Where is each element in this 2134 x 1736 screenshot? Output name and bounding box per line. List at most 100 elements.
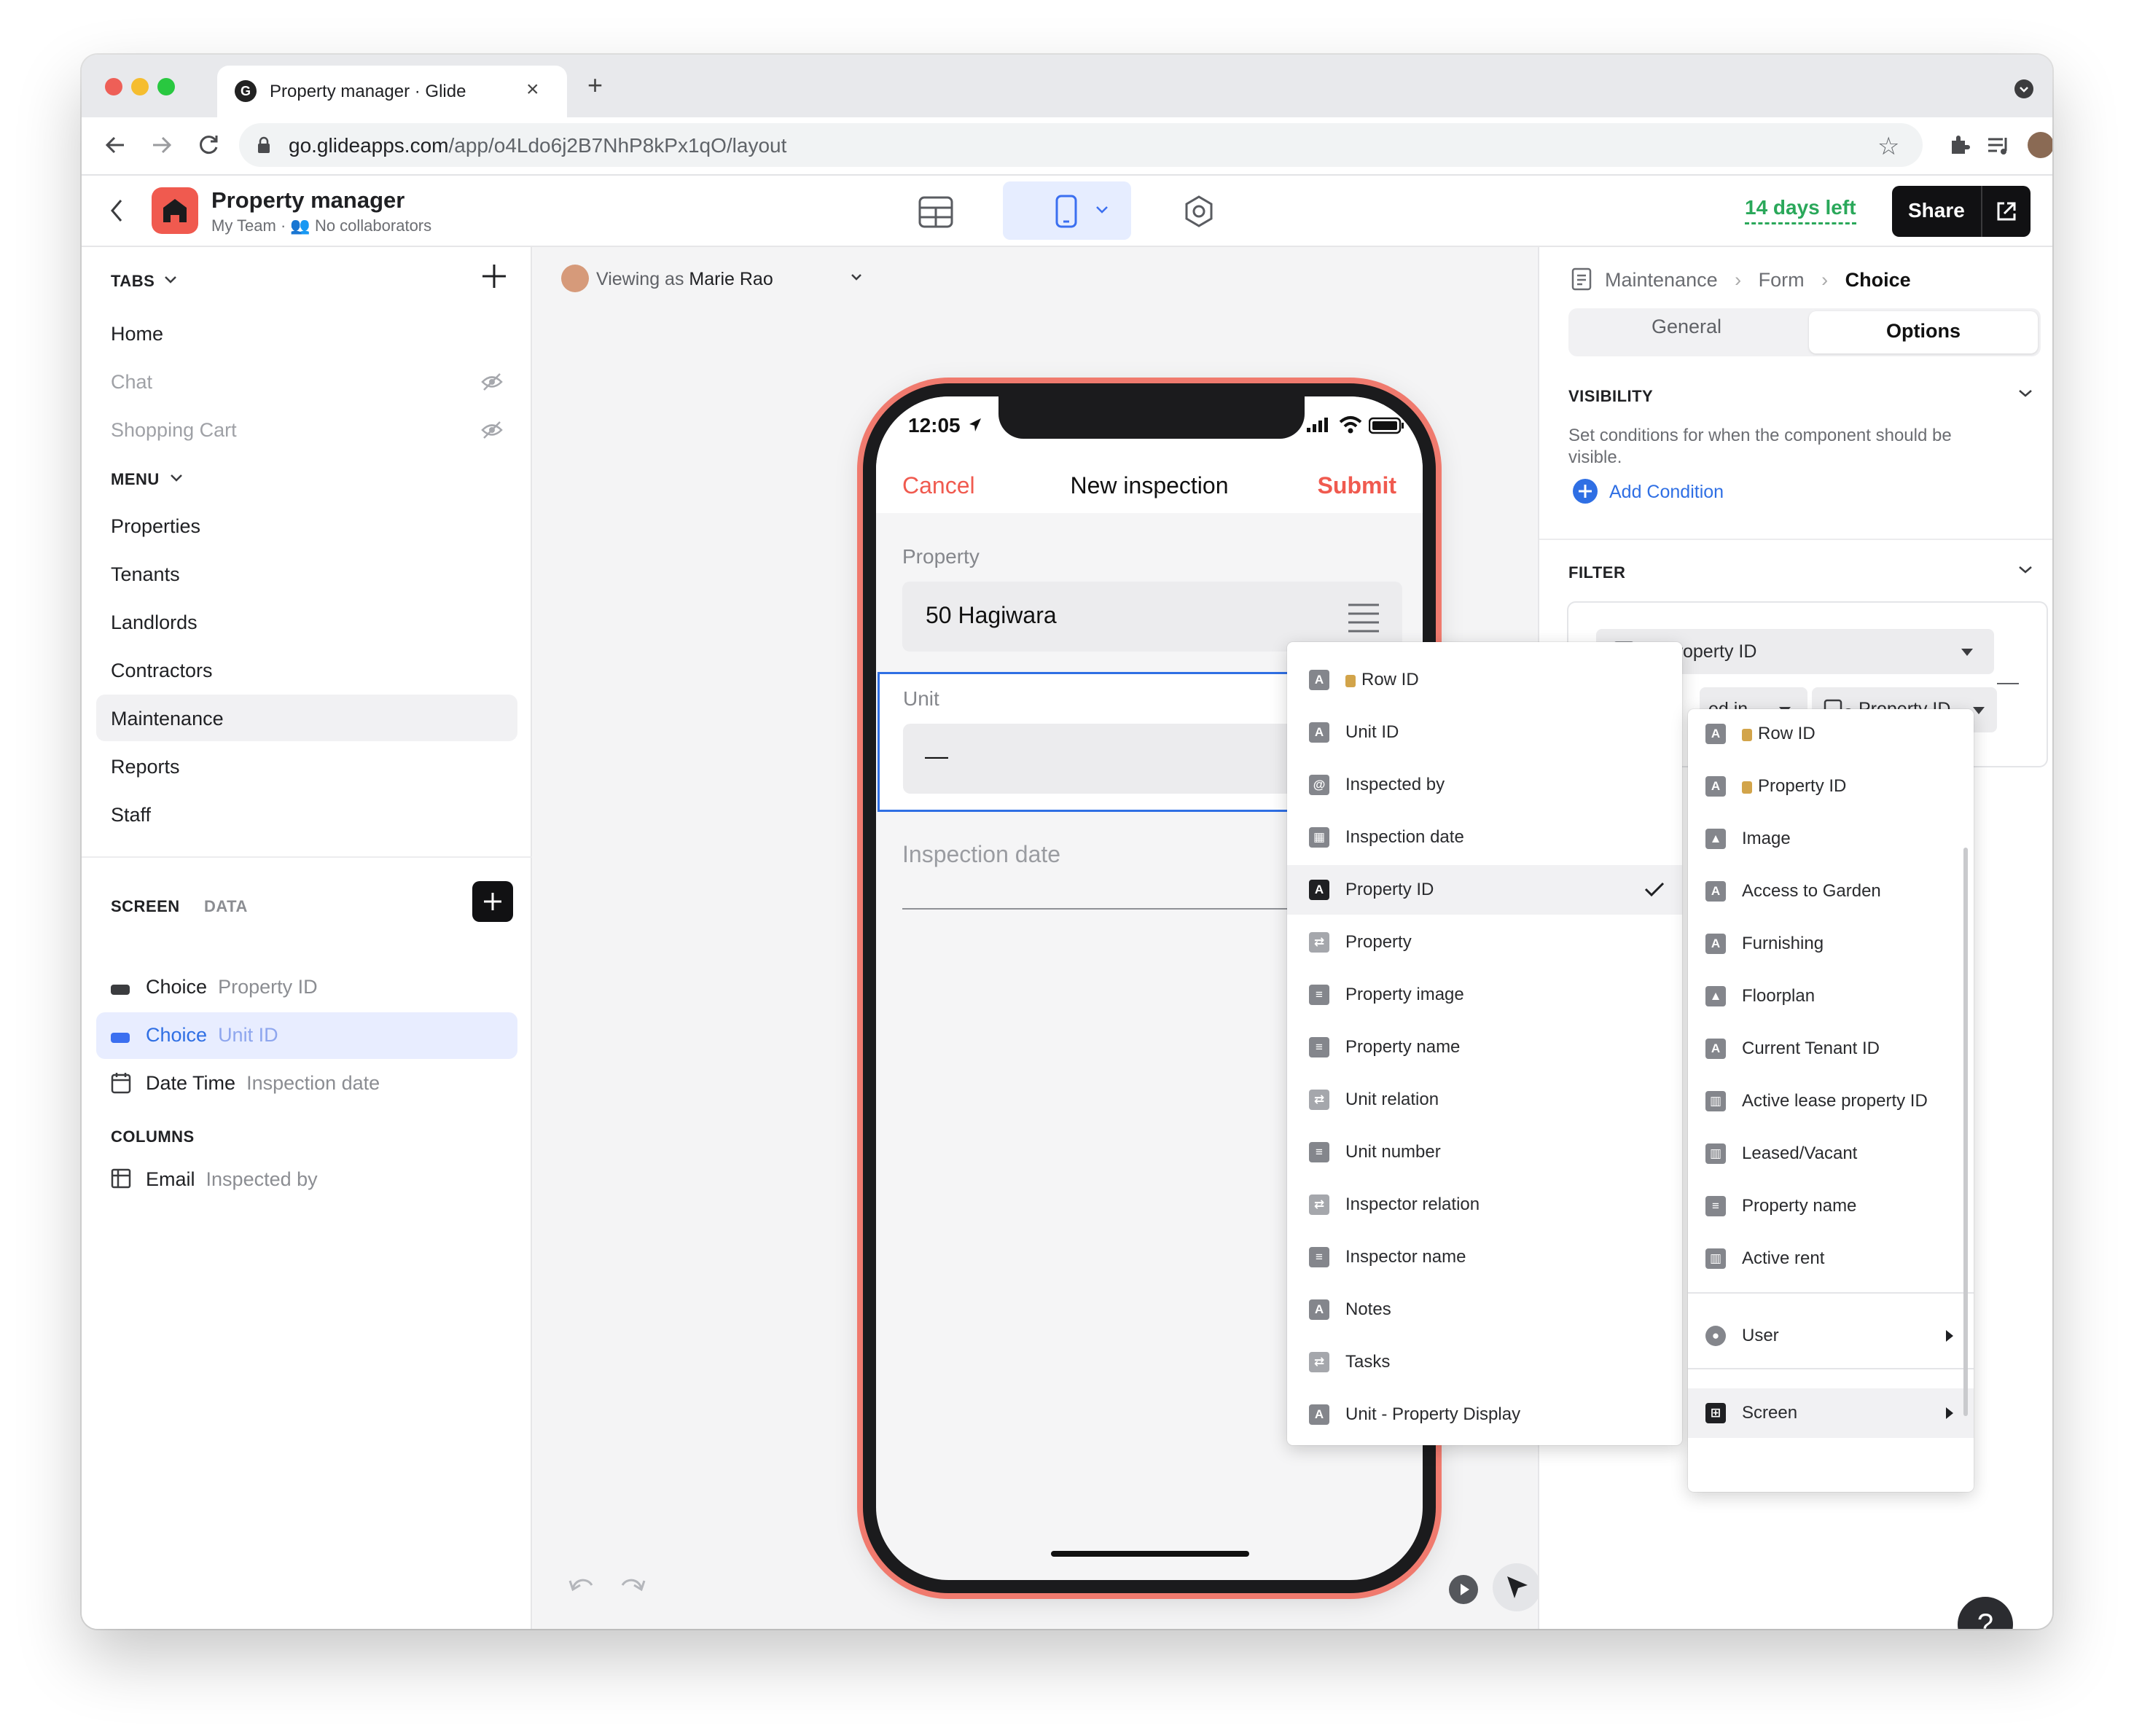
screen-tab[interactable]: SCREEN: [111, 897, 180, 916]
chevron-down-icon[interactable]: [850, 273, 863, 282]
tab-options[interactable]: Options: [1807, 320, 2039, 343]
share-button[interactable]: Share: [1892, 186, 2031, 237]
property-label: Property: [902, 545, 980, 568]
menu-option-floorplan[interactable]: ▲ Floorplan: [1688, 971, 1974, 1021]
forward-icon[interactable]: [149, 132, 175, 158]
column-email-inspected[interactable]: Email Inspected by: [146, 1168, 318, 1191]
back-chevron-icon[interactable]: [108, 198, 125, 224]
extensions-icon[interactable]: [1947, 133, 1971, 157]
maximize-window-button[interactable]: [157, 78, 175, 95]
add-tab-icon[interactable]: [481, 263, 507, 289]
menu-option-notes[interactable]: A Notes: [1287, 1285, 1682, 1334]
menu-option-unit-property-display[interactable]: A Unit - Property Display: [1287, 1390, 1682, 1439]
select-tool-button[interactable]: [1493, 1563, 1541, 1611]
menu-option-tasks[interactable]: ⇄ Tasks: [1287, 1337, 1682, 1387]
menu-option-row-id[interactable]: A Row ID: [1287, 655, 1682, 705]
remove-filter-icon[interactable]: [1997, 683, 2019, 684]
browser-tab[interactable]: G Property manager · Glide ×: [217, 66, 567, 117]
menu-item-properties[interactable]: Properties: [111, 515, 200, 538]
menu-section-title[interactable]: MENU: [111, 470, 160, 489]
tabs-chevron-down-icon[interactable]: [163, 275, 178, 285]
menu-option-leased-vacant[interactable]: ▥ Leased/Vacant: [1688, 1129, 1974, 1178]
tab-search-icon[interactable]: [2014, 79, 2033, 98]
menu-item-maintenance[interactable]: Maintenance: [111, 708, 224, 730]
menu-option-unit-number[interactable]: ≡ Unit number: [1287, 1127, 1682, 1177]
data-tab[interactable]: DATA: [204, 897, 248, 916]
chevron-down-icon[interactable]: [2017, 388, 2033, 399]
app-logo-icon[interactable]: [152, 187, 198, 234]
chevron-down-icon[interactable]: [2017, 565, 2033, 575]
address-bar[interactable]: go.glideapps.com/app/o4Ldo6j2B7NhP8kPx1q…: [239, 123, 1923, 167]
menu-option-user[interactable]: ● User: [1688, 1311, 1974, 1361]
layout-editor-button[interactable]: [1003, 181, 1131, 240]
menu-item-staff[interactable]: Staff: [111, 804, 151, 826]
menu-option-property-id[interactable]: A Property ID: [1688, 762, 1974, 811]
menu-item-contractors[interactable]: Contractors: [111, 660, 213, 682]
menu-option-active-rent[interactable]: ▥ Active rent: [1688, 1234, 1974, 1283]
tabs-section-title[interactable]: TABS: [111, 272, 155, 291]
play-preview-button[interactable]: [1449, 1575, 1478, 1604]
menu-option-inspector-name[interactable]: ≡ Inspector name: [1287, 1232, 1682, 1282]
menu-option-unit-relation[interactable]: ⇄ Unit relation: [1287, 1075, 1682, 1125]
app-name[interactable]: Property manager: [211, 187, 404, 214]
viewing-as-selector[interactable]: Viewing as Marie Rao: [596, 269, 773, 290]
breadcrumb-item[interactable]: Maintenance: [1605, 269, 1718, 291]
menu-option-property[interactable]: ⇄ Property: [1287, 918, 1682, 967]
component-datetime-inspection[interactable]: Date Time Inspection date: [146, 1072, 380, 1095]
menu-chevron-down-icon[interactable]: [169, 473, 184, 483]
add-condition-plus-icon[interactable]: [1573, 479, 1598, 504]
tab-general[interactable]: General: [1568, 316, 1805, 338]
breadcrumb-item[interactable]: Form: [1759, 269, 1805, 291]
menu-scrollbar[interactable]: [1963, 848, 1968, 1416]
settings-icon[interactable]: [1182, 195, 1216, 228]
external-link-icon[interactable]: [1996, 200, 2017, 222]
close-tab-icon[interactable]: ×: [526, 77, 539, 102]
form-submit-button[interactable]: Submit: [1318, 472, 1396, 499]
menu-option-inspected-by[interactable]: @ Inspected by: [1287, 760, 1682, 810]
menu-option-active-lease-property-id[interactable]: ▥ Active lease property ID: [1688, 1076, 1974, 1126]
menu-option-property-id-selected[interactable]: A Property ID: [1287, 865, 1682, 915]
add-component-button[interactable]: [472, 881, 513, 922]
menu-option-current-tenant-id[interactable]: A Current Tenant ID: [1688, 1024, 1974, 1074]
component-choice-unit[interactable]: Choice Unit ID: [146, 1024, 278, 1047]
menu-option-image[interactable]: ▲ Image: [1688, 814, 1974, 864]
profile-avatar[interactable]: [2028, 132, 2052, 158]
tab-item-chat[interactable]: Chat: [111, 371, 152, 394]
component-choice-property[interactable]: Choice Property ID: [146, 976, 318, 998]
menu-option-inspector-relation[interactable]: ⇄ Inspector relation: [1287, 1180, 1682, 1229]
menu-item-tenants[interactable]: Tenants: [111, 563, 180, 586]
menu-option-unit-id[interactable]: A Unit ID: [1287, 708, 1682, 757]
property-choice-field[interactable]: 50 Hagiwara: [902, 582, 1402, 652]
visibility-title[interactable]: VISIBILITY: [1568, 387, 1653, 406]
add-condition-button[interactable]: Add Condition: [1609, 482, 1724, 503]
bookmark-star-icon[interactable]: ☆: [1877, 132, 1899, 161]
tab-item-home[interactable]: Home: [111, 323, 163, 345]
minimize-window-button[interactable]: [131, 78, 149, 95]
hidden-eye-icon[interactable]: [481, 372, 503, 391]
reload-icon[interactable]: [195, 132, 222, 158]
menu-option-screen[interactable]: ⊞ Screen: [1688, 1388, 1974, 1438]
new-tab-icon[interactable]: +: [587, 72, 603, 98]
back-icon[interactable]: [102, 132, 128, 158]
menu-option-access-to-garden[interactable]: A Access to Garden: [1688, 867, 1974, 916]
trial-days-left[interactable]: 14 days left: [1745, 196, 1856, 224]
text-icon: A: [1309, 722, 1329, 743]
data-editor-icon[interactable]: [918, 196, 953, 228]
menu-option-property-name[interactable]: ≡ Property name: [1287, 1023, 1682, 1072]
menu-item-landlords[interactable]: Landlords: [111, 611, 198, 634]
redo-icon[interactable]: [618, 1575, 647, 1594]
tab-item-shopping-cart[interactable]: Shopping Cart: [111, 419, 237, 442]
rollup-icon: ▥: [1705, 1091, 1726, 1111]
filter-title[interactable]: FILTER: [1568, 563, 1625, 582]
hidden-eye-icon[interactable]: [481, 421, 503, 439]
undo-icon[interactable]: [567, 1575, 596, 1594]
reading-list-icon[interactable]: [1987, 133, 2012, 157]
menu-option-property-image[interactable]: ≡ Property image: [1287, 970, 1682, 1020]
menu-option-row-id[interactable]: A Row ID: [1688, 709, 1974, 759]
menu-option-inspection-date[interactable]: ▦ Inspection date: [1287, 813, 1682, 862]
menu-option-property-name[interactable]: ≡ Property name: [1688, 1181, 1974, 1231]
menu-item-reports[interactable]: Reports: [111, 756, 180, 778]
close-window-button[interactable]: [105, 78, 122, 95]
menu-option-furnishing[interactable]: A Furnishing: [1688, 919, 1974, 969]
help-button[interactable]: ?: [1958, 1597, 2013, 1629]
